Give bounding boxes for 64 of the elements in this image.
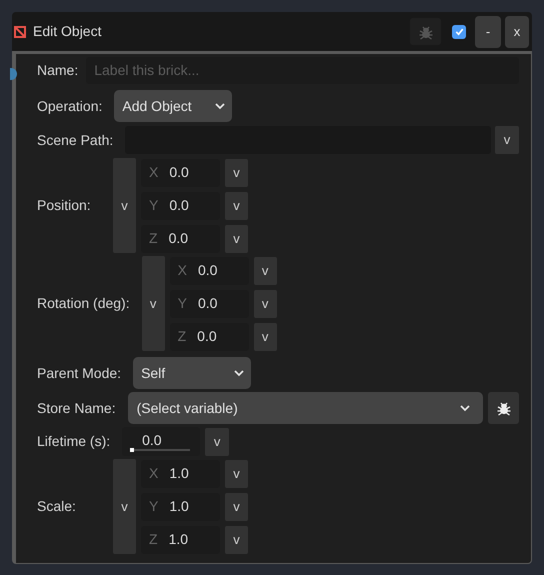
- expand-button[interactable]: v: [205, 428, 230, 456]
- number-field[interactable]: X 1.0: [141, 460, 220, 488]
- axis-label: X: [178, 261, 187, 280]
- axis-label: Y: [178, 294, 187, 313]
- field-value: 0.0: [142, 431, 162, 450]
- field-value: 1.0: [169, 464, 189, 483]
- number-field[interactable]: Z 1.0: [141, 526, 220, 554]
- axis-label: Z: [178, 327, 186, 346]
- close-button[interactable]: x: [505, 16, 529, 48]
- axis-label: Y: [149, 497, 158, 516]
- field-label: Rotation (deg):: [37, 294, 130, 313]
- expand-button[interactable]: v: [254, 290, 277, 318]
- axis-label: Z: [149, 229, 158, 248]
- number-field[interactable]: X 0.0: [170, 256, 249, 284]
- axis-label: X: [149, 464, 158, 483]
- axis-label: Z: [149, 530, 158, 549]
- field-value: 0.0: [198, 294, 218, 313]
- field-value: 0.0: [168, 229, 188, 248]
- name-field[interactable]: Label this brick...: [86, 56, 519, 84]
- variable-dropdown[interactable]: (Select variable): [128, 392, 483, 424]
- field-label: Scene Path:: [37, 130, 114, 150]
- number-field[interactable]: X 0.0: [141, 158, 220, 186]
- expand-button[interactable]: v: [113, 158, 136, 253]
- field-label: Operation:: [37, 96, 102, 116]
- expand-button[interactable]: v: [225, 224, 248, 252]
- enable-checkbox[interactable]: [452, 24, 466, 38]
- field-value: 0.0: [198, 261, 218, 280]
- expand-button[interactable]: v: [254, 256, 277, 284]
- expand-button[interactable]: v: [254, 322, 277, 350]
- bug-icon[interactable]: [488, 392, 519, 424]
- number-field[interactable]: Y 0.0: [170, 290, 249, 318]
- field-label: Lifetime (s):: [37, 432, 110, 451]
- number-field[interactable]: Y 1.0: [141, 492, 220, 520]
- expand-button[interactable]: v: [495, 126, 519, 154]
- number-field[interactable]: Z 0.0: [170, 322, 249, 350]
- field-value: 1.0: [168, 530, 188, 549]
- window-title: Edit Object: [33, 22, 102, 41]
- field-label: Store Name:: [37, 398, 116, 418]
- field-label: Position:: [37, 196, 92, 215]
- expand-button[interactable]: v: [142, 256, 165, 351]
- axis-label: X: [149, 163, 158, 182]
- dropdown[interactable]: Add Object: [114, 90, 232, 122]
- field-value: 0.0: [197, 327, 217, 346]
- minimize-button[interactable]: -: [475, 16, 501, 48]
- expand-button[interactable]: v: [225, 526, 248, 554]
- field-value: 1.0: [169, 497, 189, 516]
- expand-button[interactable]: v: [225, 492, 248, 520]
- dropdown[interactable]: Self: [133, 357, 252, 389]
- expand-button[interactable]: v: [225, 158, 248, 186]
- checkmark-icon: [454, 26, 464, 37]
- slider-thumb[interactable]: [130, 448, 134, 452]
- number-field[interactable]: Y 0.0: [141, 192, 220, 220]
- field-label: Name:: [37, 60, 78, 80]
- field-label: Parent Mode:: [37, 364, 122, 382]
- expand-button[interactable]: v: [225, 192, 248, 220]
- number-field[interactable]: Z 0.0: [141, 224, 220, 252]
- field-value: 0.0: [169, 196, 189, 215]
- field-label: Scale:: [37, 497, 77, 516]
- field-value: 0.0: [169, 163, 189, 182]
- logo-icon: [13, 24, 27, 38]
- axis-label: Y: [149, 196, 158, 215]
- lifetime-field[interactable]: 0.0: [122, 427, 200, 456]
- expand-button[interactable]: v: [225, 460, 248, 488]
- expand-button[interactable]: v: [113, 459, 136, 554]
